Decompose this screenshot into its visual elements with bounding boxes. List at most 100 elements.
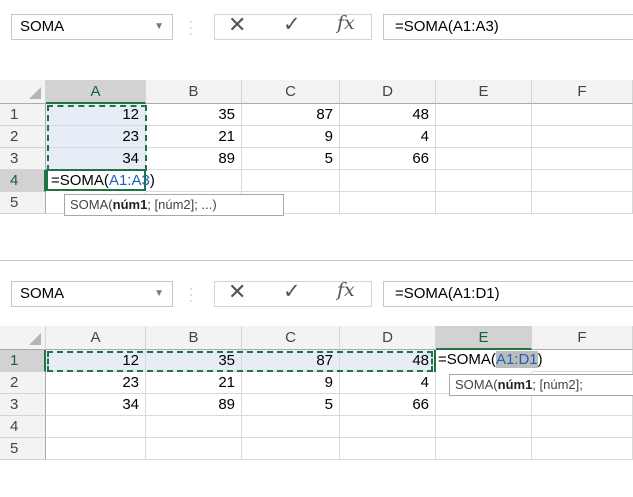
cell-f5[interactable] bbox=[532, 192, 633, 214]
cell-d1[interactable]: 48 bbox=[340, 104, 436, 126]
column-header-d[interactable]: D bbox=[340, 80, 436, 104]
cell-a4[interactable] bbox=[46, 416, 146, 438]
cell-d5[interactable] bbox=[340, 438, 436, 460]
cell-f3[interactable] bbox=[532, 148, 633, 170]
cell-a3[interactable]: 34 bbox=[46, 148, 146, 170]
cell-f3[interactable] bbox=[532, 394, 633, 416]
cell-d4[interactable] bbox=[340, 170, 436, 192]
cell-e3[interactable] bbox=[436, 394, 532, 416]
formula-input[interactable]: =SOMA(A1:D1) bbox=[383, 281, 633, 307]
cell-b3[interactable]: 89 bbox=[146, 148, 242, 170]
cell-d5[interactable] bbox=[340, 192, 436, 214]
chevron-down-icon[interactable]: ▼ bbox=[154, 21, 164, 32]
cell-f4[interactable] bbox=[532, 416, 633, 438]
cell-d2[interactable]: 4 bbox=[340, 372, 436, 394]
select-all-corner[interactable] bbox=[0, 326, 46, 350]
name-box[interactable]: SOMA ▼ bbox=[11, 281, 173, 307]
name-box[interactable]: SOMA ▼ bbox=[11, 14, 173, 40]
enter-check-icon[interactable]: ✓ bbox=[283, 12, 301, 37]
cell-e4[interactable] bbox=[436, 170, 532, 192]
editor-range-reference: A1:A3 bbox=[108, 172, 150, 189]
row-header-5[interactable]: 5 bbox=[0, 438, 46, 460]
active-cell-editor[interactable]: =SOMA(A1:D1) bbox=[434, 349, 633, 371]
cell-d3[interactable]: 66 bbox=[340, 394, 436, 416]
grip-icon[interactable]: · · · bbox=[189, 15, 193, 39]
tooltip-current-arg[interactable]: núm1 bbox=[113, 197, 148, 212]
active-cell-editor[interactable]: =SOMA(A1:A3) bbox=[46, 169, 155, 191]
cell-a2[interactable]: 23 bbox=[46, 372, 146, 394]
cell-b2[interactable]: 21 bbox=[146, 372, 242, 394]
cell-c4[interactable] bbox=[242, 416, 340, 438]
row-header-1[interactable]: 1 bbox=[0, 350, 46, 372]
cell-c2[interactable]: 9 bbox=[242, 126, 340, 148]
formula-text: =SOMA(A1:A3) bbox=[395, 18, 499, 35]
grip-icon[interactable]: · · · bbox=[189, 282, 193, 306]
cell-b4[interactable] bbox=[146, 170, 242, 192]
column-header-f[interactable]: F bbox=[532, 80, 633, 104]
cell-c1[interactable]: 87 bbox=[242, 350, 340, 372]
row-header-1[interactable]: 1 bbox=[0, 104, 46, 126]
cell-f4[interactable] bbox=[532, 170, 633, 192]
cell-e5[interactable] bbox=[436, 438, 532, 460]
column-header-f[interactable]: F bbox=[532, 326, 633, 350]
column-header-c[interactable]: C bbox=[242, 80, 340, 104]
cell-f5[interactable] bbox=[532, 438, 633, 460]
cell-f2[interactable] bbox=[532, 126, 633, 148]
cancel-icon[interactable]: ✕ bbox=[228, 279, 246, 305]
cell-b1[interactable]: 35 bbox=[146, 104, 242, 126]
function-tooltip[interactable]: SOMA(núm1; [núm2]; ...) bbox=[64, 194, 284, 216]
cell-b2[interactable]: 21 bbox=[146, 126, 242, 148]
function-tooltip[interactable]: SOMA(núm1; [núm2]; bbox=[449, 374, 633, 396]
cell-e1[interactable] bbox=[436, 104, 532, 126]
cell-c4[interactable] bbox=[242, 170, 340, 192]
cell-e5[interactable] bbox=[436, 192, 532, 214]
cell-a3[interactable]: 34 bbox=[46, 394, 146, 416]
cell-c1[interactable]: 87 bbox=[242, 104, 340, 126]
cell-d4[interactable] bbox=[340, 416, 436, 438]
column-header-a[interactable]: A bbox=[46, 326, 146, 350]
cell-e2[interactable] bbox=[436, 126, 532, 148]
row-header-3[interactable]: 3 bbox=[0, 148, 46, 170]
column-header-e[interactable]: E bbox=[436, 326, 532, 350]
column-header-d[interactable]: D bbox=[340, 326, 436, 350]
cell-a2[interactable]: 23 bbox=[46, 126, 146, 148]
row-header-3[interactable]: 3 bbox=[0, 394, 46, 416]
column-header-a[interactable]: A bbox=[46, 80, 146, 104]
column-header-b[interactable]: B bbox=[146, 326, 242, 350]
cell-b3[interactable]: 89 bbox=[146, 394, 242, 416]
row-header-2[interactable]: 2 bbox=[0, 126, 46, 148]
cell-d2[interactable]: 4 bbox=[340, 126, 436, 148]
cell-e3[interactable] bbox=[436, 148, 532, 170]
cell-a1[interactable]: 12 bbox=[46, 350, 146, 372]
column-header-b[interactable]: B bbox=[146, 80, 242, 104]
enter-check-icon[interactable]: ✓ bbox=[283, 279, 301, 304]
cell-b1[interactable]: 35 bbox=[146, 350, 242, 372]
formula-input[interactable]: =SOMA(A1:A3) bbox=[383, 14, 633, 40]
editor-prefix: =SOMA( bbox=[438, 351, 496, 368]
cell-c2[interactable]: 9 bbox=[242, 372, 340, 394]
chevron-down-icon[interactable]: ▼ bbox=[154, 288, 164, 299]
cell-d3[interactable]: 66 bbox=[340, 148, 436, 170]
row-header-5[interactable]: 5 bbox=[0, 192, 46, 214]
cell-f1[interactable] bbox=[532, 104, 633, 126]
cell-c3[interactable]: 5 bbox=[242, 394, 340, 416]
cell-d1[interactable]: 48 bbox=[340, 350, 436, 372]
tooltip-current-arg[interactable]: núm1 bbox=[498, 377, 533, 392]
row-header-2[interactable]: 2 bbox=[0, 372, 46, 394]
cell-c5[interactable] bbox=[242, 438, 340, 460]
cell-c3[interactable]: 5 bbox=[242, 148, 340, 170]
row-header-4[interactable]: 4 bbox=[0, 416, 46, 438]
row-header-4[interactable]: 4 bbox=[0, 170, 46, 192]
insert-function-icon[interactable]: fx bbox=[337, 279, 355, 301]
insert-function-icon[interactable]: fx bbox=[337, 12, 355, 34]
column-header-c[interactable]: C bbox=[242, 326, 340, 350]
cell-a1[interactable]: 12 bbox=[46, 104, 146, 126]
column-header-e[interactable]: E bbox=[436, 80, 532, 104]
cell-e4[interactable] bbox=[436, 416, 532, 438]
cell-b5[interactable] bbox=[146, 438, 242, 460]
select-all-corner[interactable] bbox=[0, 80, 46, 104]
cancel-icon[interactable]: ✕ bbox=[228, 12, 246, 38]
editor-suffix: ) bbox=[149, 172, 155, 189]
cell-b4[interactable] bbox=[146, 416, 242, 438]
cell-a5[interactable] bbox=[46, 438, 146, 460]
